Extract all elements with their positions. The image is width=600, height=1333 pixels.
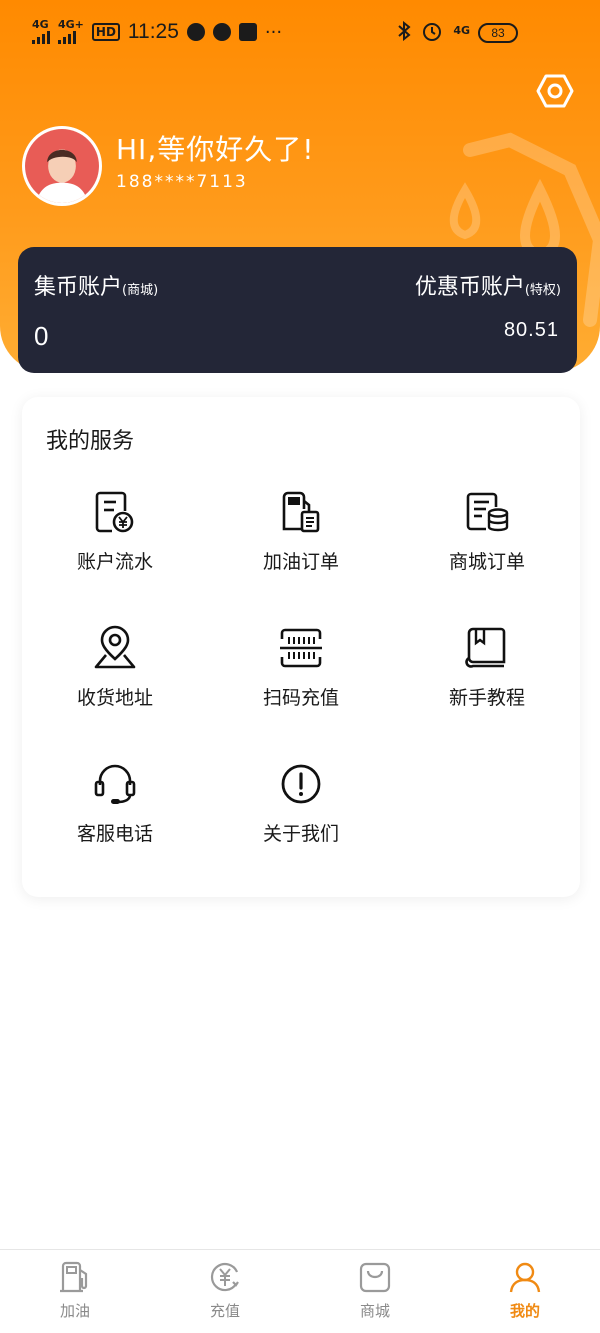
tab-label: 加油 [59,1302,90,1320]
service-customer-phone[interactable]: 客服电话 [22,761,208,871]
alarm-icon [423,23,442,41]
my-services-panel: 我的服务 账户流水 加油订单 商城订单 收货地址 扫码充值 新手教程 客服电话 … [22,397,580,897]
avatar[interactable] [22,126,102,206]
location-pin-icon [94,625,136,669]
tab-recharge[interactable]: 充值 [150,1260,300,1321]
discount-account-sub: (特权) [524,283,561,298]
status-right: 4G [397,20,470,42]
status-bar: 4G 4G+ HD 11:25 ··· 4G 83 [0,0,600,68]
service-label: 新手教程 [448,687,525,709]
status-time: 11:25 [127,20,179,43]
discount-account-balance: 80.51 [503,319,559,341]
fuel-order-icon [282,491,320,533]
service-scan-recharge[interactable]: 扫码充值 [208,625,394,735]
signal-bars-icon [32,30,50,44]
service-label: 客服电话 [76,823,153,845]
info-icon [281,764,321,804]
services-title: 我的服务 [46,429,135,454]
account-statement-icon [95,491,134,533]
signal-bars-icon [58,30,76,44]
coin-account-title[interactable]: 集币账户(商城) [34,269,158,301]
coin-account-label: 集币账户 [34,275,123,300]
user-icon [509,1262,541,1293]
scan-code-icon [280,628,322,668]
more-notifications: ··· [264,21,283,43]
bluetooth-icon [398,21,411,41]
book-icon [465,627,506,668]
signal-2: 4G+ [58,19,84,44]
avatar-face-icon [25,129,99,203]
headset-icon [94,764,136,804]
service-label: 收货地址 [76,687,153,709]
phone-number: 188****7113 [116,172,248,192]
tab-mall[interactable]: 商城 [300,1260,450,1321]
signal-1: 4G [32,19,50,44]
greeting-text: HI,等你好久了! [116,133,315,166]
service-account-statement[interactable]: 账户流水 [22,489,208,599]
discount-account-title[interactable]: 优惠币账户(特权) [415,269,561,301]
navigation-icon [186,23,205,41]
hd-voice-badge: HD [91,23,120,41]
service-about-us[interactable]: 关于我们 [208,761,394,871]
recharge-icon [210,1262,239,1292]
tab-label: 商城 [359,1302,390,1320]
service-tutorial[interactable]: 新手教程 [394,625,580,735]
service-label: 扫码充值 [262,687,339,709]
tab-label: 充值 [209,1302,240,1320]
shopping-bag-icon [359,1262,391,1293]
wechat-icon [212,23,231,41]
mall-order-icon [466,492,509,532]
service-mall-order[interactable]: 商城订单 [394,489,580,599]
bottom-tab-bar: 加油 充值 商城 我的 [0,1249,600,1333]
tab-mine[interactable]: 我的 [450,1260,600,1321]
service-shipping-address[interactable]: 收货地址 [22,625,208,735]
service-label: 关于我们 [262,823,339,845]
status-left: 4G 4G+ HD 11:25 ··· [32,19,283,44]
service-label: 加油订单 [262,551,339,573]
coin-account-balance: 0 [34,321,49,351]
battery-indicator: 83 [478,23,518,43]
service-label: 账户流水 [76,551,153,573]
settings-icon[interactable] [536,72,574,110]
discount-account-label: 优惠币账户 [414,275,525,300]
account-card: 集币账户(商城) 优惠币账户(特权) 0 80.51 [18,247,577,373]
fuel-pump-icon [60,1261,88,1293]
network-4g: 4G [453,24,470,37]
alipay-icon [238,23,257,41]
tab-label: 我的 [509,1302,540,1320]
tab-fuel[interactable]: 加油 [0,1260,150,1321]
service-label: 商城订单 [448,551,525,573]
service-fuel-order[interactable]: 加油订单 [208,489,394,599]
coin-account-sub: (商城) [122,283,159,298]
